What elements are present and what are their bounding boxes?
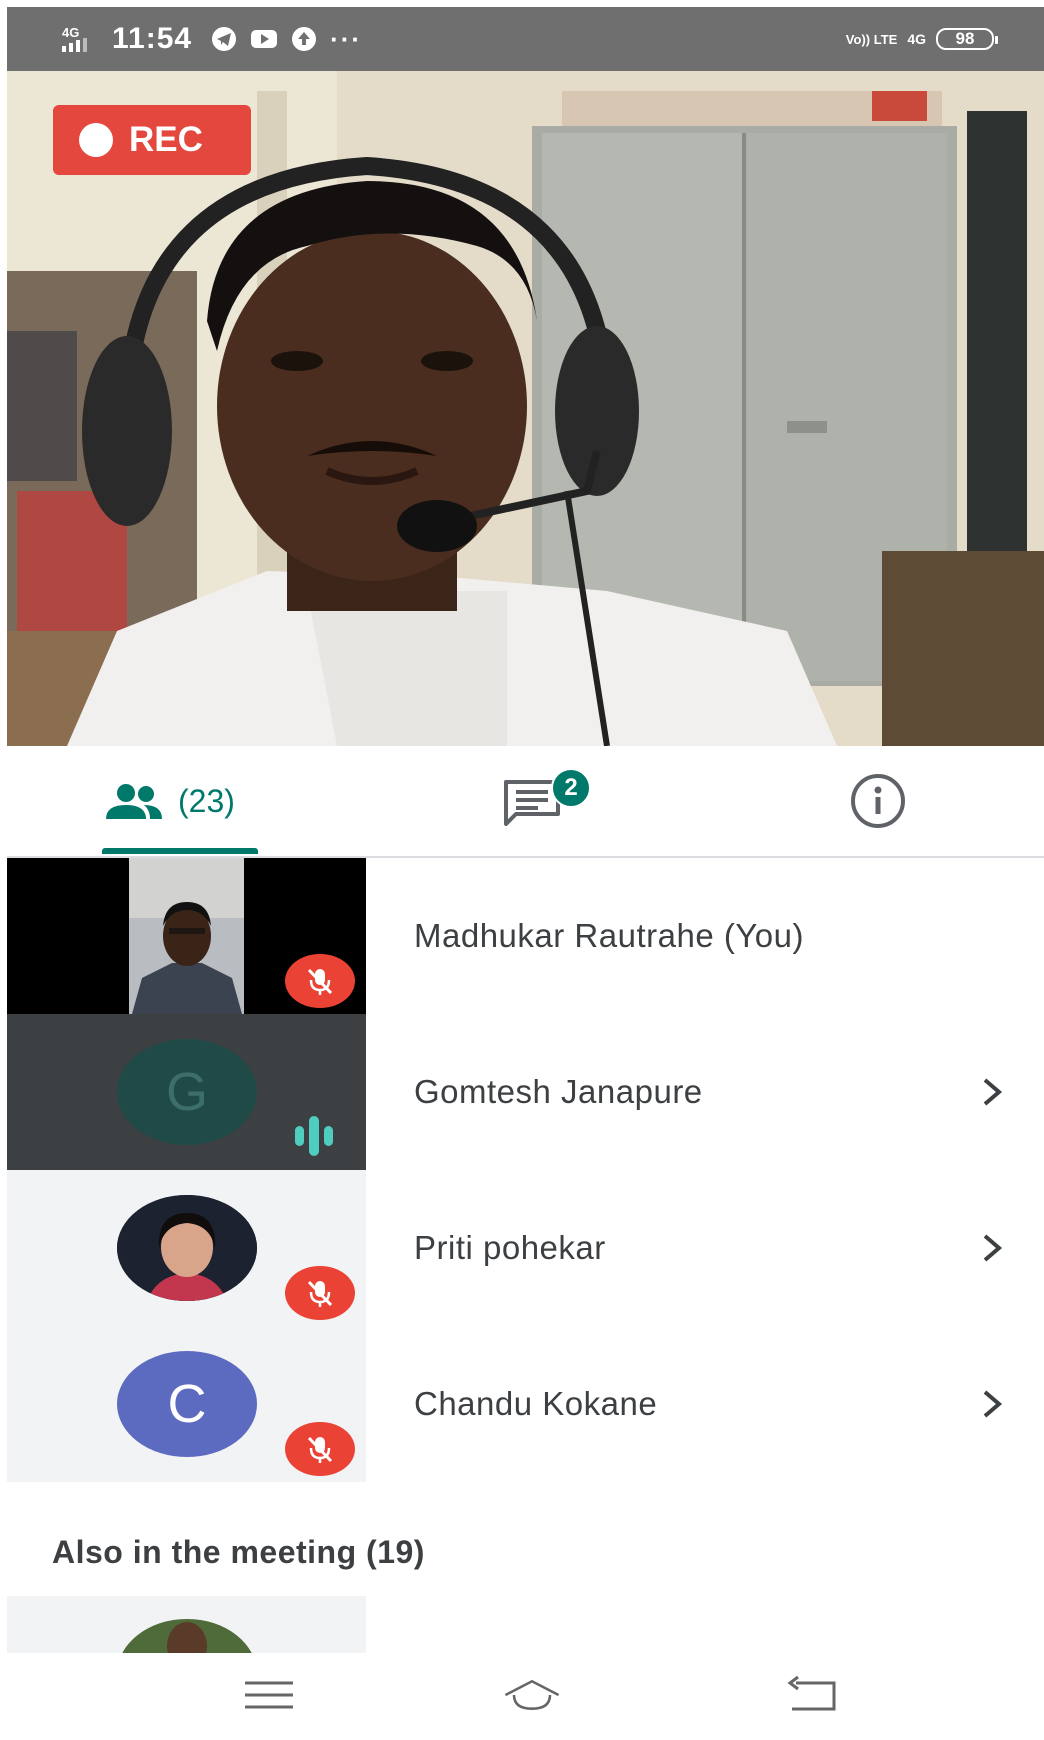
avatar-photo xyxy=(122,1619,252,1653)
record-dot-icon xyxy=(79,123,113,157)
chevron-right-icon[interactable] xyxy=(980,1170,1004,1326)
participant-muted-indicator xyxy=(285,954,355,1008)
avatar xyxy=(117,1195,257,1301)
telegram-icon xyxy=(211,26,237,52)
participant-row[interactable]: Madhukar Rautrahe (You) xyxy=(7,858,1044,1014)
info-icon xyxy=(851,774,905,828)
participant-tile-partial[interactable] xyxy=(7,1596,366,1653)
signal-indicator: 4G xyxy=(62,24,112,52)
back-icon[interactable] xyxy=(782,1673,842,1717)
network-type: 4G xyxy=(62,24,80,40)
main-video[interactable]: REC xyxy=(7,71,1044,746)
also-in-meeting-heading: Also in the meeting (19) xyxy=(52,1534,425,1570)
participant-row[interactable]: Priti pohekar xyxy=(7,1170,1044,1326)
home-icon[interactable] xyxy=(502,1673,562,1717)
volte-indicator: Vo)) LTE xyxy=(845,31,898,47)
chevron-right-icon[interactable] xyxy=(980,1326,1004,1482)
avatar-photo xyxy=(117,1195,257,1301)
participant-name: Madhukar Rautrahe (You) xyxy=(414,917,805,954)
participant-row[interactable]: G Gomtesh Janapure xyxy=(7,1014,1044,1170)
participant-muted-indicator xyxy=(285,1266,355,1320)
battery-indicator: 98 xyxy=(936,28,998,50)
unread-chat-badge: 2 xyxy=(551,768,591,808)
participant-name: Chandu Kokane xyxy=(414,1385,658,1422)
youtube-icon xyxy=(251,26,278,52)
tab-chat[interactable]: 2 xyxy=(502,746,591,856)
mic-off-icon xyxy=(307,968,333,995)
more-notifications-icon: ··· xyxy=(330,23,363,54)
participant-tile: C xyxy=(7,1326,366,1482)
clock: 11:54 xyxy=(112,22,193,55)
signal-bars-icon xyxy=(62,37,87,52)
avatar-letter: G xyxy=(165,1062,208,1122)
status-bar: 4G 11:54 ··· Vo)) LTE 4G 98 xyxy=(7,7,1044,71)
active-tab-indicator xyxy=(102,848,258,854)
mic-off-icon xyxy=(307,1280,333,1307)
audio-level-icon xyxy=(292,1110,348,1167)
people-icon xyxy=(106,784,162,819)
participant-video-thumbnail xyxy=(7,858,366,1014)
avatar: G xyxy=(117,1039,257,1145)
chevron-right-icon[interactable] xyxy=(980,1014,1004,1170)
mic-off-icon xyxy=(307,1436,333,1463)
system-navigation-bar xyxy=(7,1653,1044,1740)
participant-row[interactable]: C Chandu Kokane xyxy=(7,1326,1044,1482)
recording-label: REC xyxy=(129,120,203,159)
participant-muted-indicator xyxy=(285,1422,355,1476)
recording-indicator: REC xyxy=(53,105,251,175)
menu-icon[interactable] xyxy=(239,1673,299,1717)
tab-info[interactable] xyxy=(849,746,907,856)
avatar-letter: C xyxy=(167,1374,207,1434)
participant-name: Gomtesh Janapure xyxy=(414,1073,703,1110)
upload-icon xyxy=(291,26,317,52)
tab-people[interactable]: (23) xyxy=(104,746,235,856)
participant-name: Priti pohekar xyxy=(414,1229,606,1266)
participant-tile xyxy=(7,1170,366,1326)
participant-count: (23) xyxy=(178,782,235,819)
meeting-tab-bar: (23) 2 xyxy=(7,746,1044,858)
avatar: C xyxy=(117,1351,257,1457)
participant-tile: G xyxy=(7,1014,366,1170)
mobile-data-indicator: 4G xyxy=(907,30,926,47)
